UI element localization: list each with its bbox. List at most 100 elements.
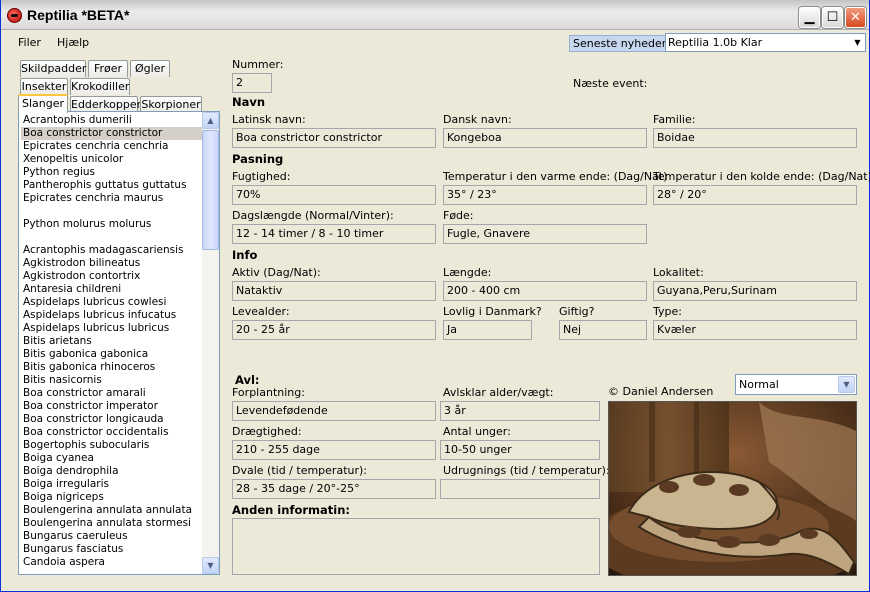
list-item[interactable]: Bitis gabonica rhinoceros: [21, 361, 203, 374]
field-udrugning: [440, 479, 600, 499]
maximize-button[interactable]: ☐: [822, 7, 843, 28]
list-item[interactable]: Bitis gabonica gabonica: [21, 348, 203, 361]
field-type: Kvæler: [653, 320, 857, 340]
list-item[interactable]: Aspidelaps lubricus cowlesi: [21, 296, 203, 309]
label-levealder: Levealder:: [232, 305, 290, 318]
list-item[interactable]: Boa constrictor imperator: [21, 400, 203, 413]
field-levealder: 20 - 25 år: [232, 320, 436, 340]
list-item[interactable]: Bungarus fasciatus: [21, 543, 203, 556]
species-scrollbar[interactable]: ▲ ▼: [202, 112, 219, 574]
minimize-button[interactable]: ▁: [799, 7, 820, 28]
list-item[interactable]: Boiga nigriceps: [21, 491, 203, 504]
list-item[interactable]: Boa constrictor amarali: [21, 387, 203, 400]
section-pasning: Pasning: [232, 152, 284, 166]
scroll-down-icon[interactable]: ▼: [202, 557, 219, 574]
image-size-dropdown[interactable]: Normal ▼: [735, 374, 857, 395]
field-temp-kolde: 28° / 20°: [653, 185, 857, 205]
list-item[interactable]: Boiga irregularis: [21, 478, 203, 491]
list-item[interactable]: Acrantophis madagascariensis: [21, 244, 203, 257]
label-giftig: Giftig?: [559, 305, 595, 318]
field-lovlig: Ja: [443, 320, 532, 340]
menu-hjaelp[interactable]: Hjælp: [57, 36, 89, 49]
list-item[interactable]: Python regius: [21, 166, 203, 179]
news-value: Reptilia 1.0b Klar: [668, 36, 763, 49]
label-dvale: Dvale (tid / temperatur):: [232, 464, 367, 477]
list-item[interactable]: Agkistrodon bilineatus: [21, 257, 203, 270]
list-item[interactable]: Agkistrodon contortrix: [21, 270, 203, 283]
species-photo: [608, 401, 857, 576]
label-laengde: Længde:: [443, 266, 492, 279]
label-forplantning: Forplantning:: [232, 386, 305, 399]
menu-filer[interactable]: Filer: [18, 36, 41, 49]
species-list[interactable]: Acrantophis dumerili Boa constrictor cons…: [18, 111, 220, 575]
list-item[interactable]: Boulengerina annulata annulata: [21, 504, 203, 517]
label-temp-kolde: Temperatur i den kolde ende: (Dag/Nat): [653, 170, 870, 183]
list-item[interactable]: Pantherophis guttatus guttatus: [21, 179, 203, 192]
list-item[interactable]: Boa constrictor longicauda: [21, 413, 203, 426]
label-udrugning: Udrugnings (tid / temperatur):: [443, 464, 610, 477]
tab-krokodiller[interactable]: Krokodiller: [70, 78, 130, 95]
field-laengde: 200 - 400 cm: [443, 281, 647, 301]
list-item[interactable]: Acrantophis dumerili: [21, 114, 203, 127]
list-item[interactable]: Boa constrictor occidentalis: [21, 426, 203, 439]
list-item[interactable]: Aspidelaps lubricus lubricus: [21, 322, 203, 335]
list-item[interactable]: Aspidelaps lubricus infucatus: [21, 309, 203, 322]
label-draegtighed: Drægtighed:: [232, 425, 302, 438]
chevron-down-icon[interactable]: ▼: [838, 376, 855, 393]
field-aktiv: Nataktiv: [232, 281, 436, 301]
list-item[interactable]: Candoia aspera: [21, 556, 203, 569]
list-item[interactable]: Python molurus molurus: [21, 218, 203, 231]
maximize-icon: ☐: [826, 10, 839, 25]
field-dansk-navn: Kongeboa: [443, 128, 647, 148]
label-dagslaengde: Dagslængde (Normal/Vinter):: [232, 209, 394, 222]
label-foede: Føde:: [443, 209, 474, 222]
list-item[interactable]: Boiga dendrophila: [21, 465, 203, 478]
field-fugtighed: 70%: [232, 185, 436, 205]
anden-information-textarea[interactable]: [232, 518, 600, 575]
list-item[interactable]: [21, 231, 203, 244]
field-temp-varme: 35° / 23°: [443, 185, 647, 205]
list-item[interactable]: Bitis nasicornis: [21, 374, 203, 387]
tab-froeer[interactable]: Frøer: [88, 60, 128, 77]
reptile-app-icon: [7, 8, 22, 23]
window-title: Reptilia *BETA*: [27, 7, 130, 23]
main-window: Reptilia *BETA* ▁ ☐ ✕ Filer Hjælp Senest…: [0, 0, 870, 592]
list-item[interactable]: Epicrates cenchria cenchria: [21, 140, 203, 153]
list-item[interactable]: Boiga cyanea: [21, 452, 203, 465]
label-lokalitet: Lokalitet:: [653, 266, 704, 279]
field-lokalitet: Guyana,Peru,Surinam: [653, 281, 857, 301]
chevron-down-icon[interactable]: ▼: [851, 35, 864, 50]
image-size-value: Normal: [739, 378, 779, 391]
scroll-up-icon[interactable]: ▲: [202, 112, 219, 129]
list-item[interactable]: Bungarus caeruleus: [21, 530, 203, 543]
field-draegtighed: 210 - 255 dage: [232, 440, 436, 460]
list-item[interactable]: Bitis arietans: [21, 335, 203, 348]
label-dansk-navn: Dansk navn:: [443, 113, 512, 126]
title-bar[interactable]: Reptilia *BETA* ▁ ☐ ✕: [1, 0, 869, 30]
list-item[interactable]: Bogertophis subocularis: [21, 439, 203, 452]
list-item[interactable]: Xenopeltis unicolor: [21, 153, 203, 166]
news-dropdown[interactable]: Reptilia 1.0b Klar ▼: [665, 33, 866, 52]
list-item[interactable]: Boulengerina annulata stormesi: [21, 517, 203, 530]
field-antal-unger: 10-50 unger: [440, 440, 600, 460]
list-item[interactable]: [21, 205, 203, 218]
label-antal-unger: Antal unger:: [443, 425, 511, 438]
tab-oegler[interactable]: Øgler: [130, 60, 170, 77]
tab-insekter[interactable]: Insekter: [20, 78, 68, 95]
label-avlsklar: Avlsklar alder/vægt:: [443, 386, 554, 399]
field-familie: Boidae: [653, 128, 857, 148]
tab-skildpadder[interactable]: Skildpadder: [20, 60, 86, 77]
list-item[interactable]: Boa constrictor constrictor: [21, 127, 203, 140]
scroll-thumb[interactable]: [202, 130, 219, 250]
species-list-items: Acrantophis dumerili Boa constrictor cons…: [21, 114, 203, 569]
close-button[interactable]: ✕: [845, 7, 866, 28]
tab-slanger[interactable]: Slanger: [18, 94, 68, 113]
field-dagslaengde: 12 - 14 timer / 8 - 10 timer: [232, 224, 436, 244]
field-foede: Fugle, Gnavere: [443, 224, 647, 244]
label-type: Type:: [653, 305, 682, 318]
list-item[interactable]: Epicrates cenchria maurus: [21, 192, 203, 205]
label-temp-varme: Temperatur i den varme ende: (Dag/Nat): [443, 170, 668, 183]
list-item[interactable]: Antaresia childreni: [21, 283, 203, 296]
label-aktiv: Aktiv (Dag/Nat):: [232, 266, 321, 279]
section-navn: Navn: [232, 95, 266, 109]
